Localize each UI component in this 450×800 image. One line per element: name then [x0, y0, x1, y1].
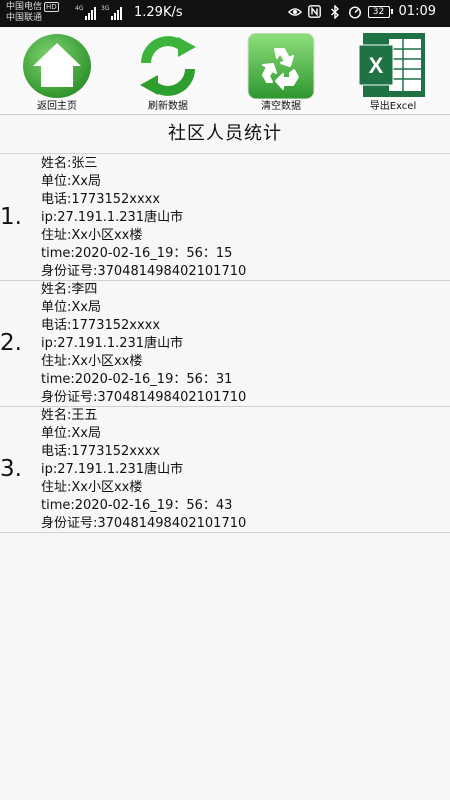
- person-name: 姓名:李四: [41, 282, 98, 297]
- status-bar: 中国电信 HD 中国联通 4G 3G 1.29K/s 32 01:09: [0, 0, 450, 27]
- excel-icon: X: [357, 33, 429, 99]
- carrier-1: 中国电信: [6, 2, 43, 12]
- person-address: 住址:Xx小区xx楼: [41, 354, 143, 369]
- item-number: 2.: [0, 330, 22, 356]
- toolbar: 返回主页 刷新数据 清空数据 X 导出Excel: [0, 27, 450, 115]
- signal-2-label: 3G: [101, 5, 110, 12]
- person-phone: 电话:1773152xxxx: [41, 318, 161, 333]
- person-unit: 单位:Xx局: [41, 426, 101, 441]
- carrier-info: 中国电信 HD 中国联通: [6, 2, 59, 24]
- nfc-icon: [308, 5, 322, 19]
- battery-level: 32: [367, 5, 390, 18]
- item-number: 1.: [0, 204, 22, 230]
- bluetooth-icon: [328, 4, 342, 19]
- net-speed: 1.29K/s: [134, 5, 183, 20]
- person-name: 姓名:王五: [41, 408, 98, 423]
- person-phone: 电话:1773152xxxx: [41, 444, 161, 459]
- home-button[interactable]: 返回主页: [7, 33, 107, 115]
- person-unit: 单位:Xx局: [41, 300, 101, 315]
- person-ip: ip:27.191.1.231唐山市: [41, 462, 184, 477]
- person-ip: ip:27.191.1.231唐山市: [41, 336, 184, 351]
- person-name: 姓名:张三: [41, 156, 98, 171]
- excel-letter: X: [369, 53, 384, 78]
- person-address: 住址:Xx小区xx楼: [41, 228, 143, 243]
- person-time: time:2020-02-16_19：56：43: [41, 498, 233, 513]
- signal-indicators: 4G 3G: [75, 5, 122, 20]
- person-ip: ip:27.191.1.231唐山市: [41, 210, 184, 225]
- person-list: 1. 姓名:张三 单位:Xx局 电话:1773152xxxx ip:27.191…: [0, 155, 450, 533]
- clear-label: 清空数据: [261, 101, 301, 112]
- clear-button[interactable]: 清空数据: [231, 32, 331, 115]
- battery-icon: 32: [367, 5, 393, 18]
- list-item[interactable]: 3. 姓名:王五 单位:Xx局 电话:1773152xxxx ip:27.191…: [0, 407, 450, 533]
- refresh-icon: [132, 33, 204, 99]
- person-id-number: 身份证号:370481498402101710: [41, 390, 247, 405]
- person-id-number: 身份证号:370481498402101710: [41, 264, 247, 279]
- recycle-icon: [245, 32, 317, 100]
- item-number: 3.: [0, 456, 22, 482]
- refresh-label: 刷新数据: [148, 101, 188, 112]
- person-id-number: 身份证号:370481498402101710: [41, 516, 247, 531]
- clock: 01:09: [398, 4, 436, 19]
- home-icon: [21, 33, 93, 99]
- page-title: 社区人员统计: [0, 116, 450, 154]
- list-item[interactable]: 2. 姓名:李四 单位:Xx局 电话:1773152xxxx ip:27.191…: [0, 281, 450, 407]
- signal-1-icon: 4G: [75, 5, 96, 20]
- status-icons: 32 01:09: [287, 4, 436, 19]
- person-time: time:2020-02-16_19：56：15: [41, 246, 233, 261]
- export-excel-button[interactable]: X 导出Excel: [343, 33, 443, 115]
- timer-icon: [348, 5, 362, 19]
- signal-1-label: 4G: [75, 5, 84, 12]
- list-item[interactable]: 1. 姓名:张三 单位:Xx局 电话:1773152xxxx ip:27.191…: [0, 155, 450, 281]
- refresh-button[interactable]: 刷新数据: [118, 33, 218, 115]
- eye-icon: [287, 5, 302, 19]
- person-address: 住址:Xx小区xx楼: [41, 480, 143, 495]
- carrier-2: 中国联通: [6, 13, 43, 23]
- person-time: time:2020-02-16_19：56：31: [41, 372, 233, 387]
- export-label: 导出Excel: [369, 101, 417, 112]
- signal-2-icon: 3G: [101, 5, 122, 20]
- person-phone: 电话:1773152xxxx: [41, 192, 161, 207]
- person-unit: 单位:Xx局: [41, 174, 101, 189]
- hd-badge: HD: [44, 2, 59, 12]
- home-label: 返回主页: [37, 101, 77, 112]
